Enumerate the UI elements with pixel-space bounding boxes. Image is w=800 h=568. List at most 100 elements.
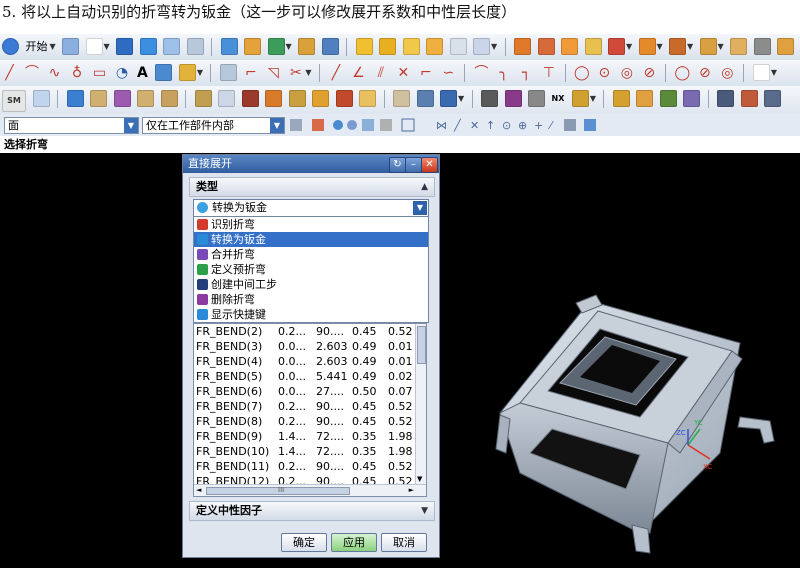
snap-control-icon[interactable] — [380, 119, 392, 131]
part-leg-3[interactable] — [737, 416, 775, 444]
project-curve-icon[interactable] — [155, 64, 173, 81]
sheetmetal-contour-icon[interactable] — [426, 38, 443, 55]
point-icon[interactable]: ♁ — [69, 63, 86, 83]
part-leg-2[interactable] — [495, 414, 511, 454]
louver-icon[interactable] — [218, 90, 235, 107]
sheetmetal-corner-icon[interactable] — [449, 38, 467, 55]
chevron-down-icon[interactable]: ▼ — [50, 42, 57, 51]
circle-center-icon[interactable]: ⊙ — [596, 63, 613, 83]
table-row[interactable]: FR_BEND(2) 0.2... 90.... 0.45 0.52 — [194, 324, 416, 339]
chevron-down-icon[interactable]: ▼ — [771, 68, 778, 77]
ok-button[interactable]: 确定 — [281, 533, 327, 552]
snap-bounded-icon[interactable] — [584, 119, 596, 131]
sketch-fillet-icon[interactable]: ╮ — [495, 63, 512, 83]
horizontal-scrollbar[interactable]: ◄ III ► — [194, 484, 426, 496]
dialog-title-bar[interactable]: 直接展开 ↻ – ✕ — [183, 155, 439, 173]
feature-1-icon[interactable] — [514, 38, 531, 55]
feature-10-icon[interactable] — [753, 38, 771, 55]
table-row[interactable]: FR_BEND(6) 0.0... 27.... 0.50 0.07 — [194, 384, 416, 399]
dimple-icon[interactable] — [194, 90, 212, 107]
snap-face-icon[interactable] — [564, 119, 576, 131]
type-section-header[interactable]: 类型 ▲ — [189, 177, 435, 197]
tab-icon[interactable] — [66, 90, 84, 107]
circle-diameter-icon[interactable]: ⊘ — [696, 63, 713, 83]
rebend-icon[interactable] — [359, 90, 376, 107]
sketch-angle-icon[interactable]: ∠ — [350, 63, 367, 83]
text-tool-button[interactable]: A — [137, 63, 148, 83]
ellipse-icon[interactable]: ◯ — [674, 63, 691, 83]
cancel-button[interactable]: 取消 — [381, 533, 427, 552]
snap-intersect-icon[interactable]: ⋈ — [436, 119, 447, 132]
dropdown-option[interactable]: 删除折弯 — [194, 292, 428, 307]
bend-icon[interactable] — [90, 90, 107, 107]
snap-arc-center-icon[interactable]: ⊕ — [518, 119, 527, 132]
snap-box-icon[interactable] — [401, 118, 415, 132]
redo-icon[interactable] — [298, 38, 315, 55]
snap-line-icon[interactable]: ╱ — [453, 118, 462, 132]
table-row[interactable]: FR_BEND(10) 1.4... 72.... 0.35 1.98 — [194, 444, 416, 459]
spline-icon[interactable]: ∿ — [46, 63, 63, 83]
table-row[interactable]: FR_BEND(5) 0.0... 5.441 0.49 0.02 — [194, 369, 416, 384]
feature-3-icon[interactable] — [561, 38, 578, 55]
chevron-down-icon[interactable]: ▼ — [718, 42, 725, 51]
analysis-icon[interactable] — [504, 90, 522, 107]
arc-icon[interactable]: ⌒ — [24, 63, 41, 83]
extra-2-icon[interactable] — [740, 90, 758, 107]
chevron-down-icon[interactable]: ▼ — [305, 68, 312, 77]
export-flat-icon[interactable] — [440, 90, 457, 107]
part-leg-1[interactable] — [631, 524, 651, 554]
circle-tangent-icon[interactable]: ◎ — [618, 63, 635, 83]
table-row[interactable]: FR_BEND(3) 0.0... 2.603 0.49 0.01 — [194, 339, 416, 354]
close-icon[interactable]: ✕ — [421, 157, 438, 173]
dropdown-option[interactable]: 显示快捷键 — [194, 307, 428, 322]
layer-icon[interactable] — [321, 38, 339, 55]
sketch-parallel-icon[interactable]: ⫽ — [372, 63, 389, 83]
dropdown-option[interactable]: 定义预折弯 — [194, 262, 428, 277]
vertical-scroll-thumb[interactable] — [417, 326, 426, 364]
cut-icon[interactable] — [186, 38, 204, 55]
snap-tangent-icon[interactable]: ✕ — [470, 119, 479, 132]
chevron-down-icon[interactable]: ▼ — [270, 118, 284, 133]
sketch-tangent-icon[interactable]: ⌐ — [417, 63, 434, 83]
chevron-up-icon[interactable]: ▲ — [421, 178, 428, 196]
sheetmetal-tab-icon[interactable] — [402, 38, 420, 55]
reset-icon[interactable]: ↻ — [389, 157, 406, 173]
snap-mid-icon[interactable] — [362, 119, 374, 131]
new-file-icon[interactable] — [85, 38, 103, 55]
table-row[interactable]: FR_BEND(11) 0.2... 90.... 0.45 0.52 — [194, 459, 416, 474]
snap-point-icon[interactable] — [333, 120, 343, 130]
copy-icon[interactable] — [220, 38, 238, 55]
feature-7-icon[interactable] — [669, 38, 686, 55]
unbend-icon[interactable] — [335, 90, 353, 107]
chevron-down-icon[interactable]: ▼ — [413, 201, 427, 215]
gusset-icon[interactable] — [288, 90, 306, 107]
snap-on-curve-icon[interactable]: ⁄ — [547, 119, 554, 132]
dropdown-option[interactable]: 识别折弯 — [194, 217, 428, 232]
scroll-down-icon[interactable]: ▼ — [417, 475, 422, 483]
scroll-right-icon[interactable]: ► — [409, 485, 414, 496]
sketch-cross-icon[interactable]: ✕ — [395, 63, 412, 83]
table-row[interactable]: FR_BEND(4) 0.0... 2.603 0.49 0.01 — [194, 354, 416, 369]
start-icon[interactable] — [2, 38, 19, 55]
dropdown-option[interactable]: 创建中间工步 — [194, 277, 428, 292]
chevron-down-icon[interactable]: ▼ — [458, 94, 465, 103]
drawn-cutout-icon[interactable] — [241, 90, 259, 107]
sketch-extend-icon[interactable]: ⊤ — [540, 63, 557, 83]
scroll-left-icon[interactable]: ◄ — [196, 485, 201, 496]
open-file-icon[interactable] — [116, 38, 133, 55]
selection-scope-dropdown[interactable]: 仅在工作部件内部 ▼ — [142, 117, 285, 134]
feature-4-icon[interactable] — [584, 38, 602, 55]
extra-1-icon[interactable] — [717, 90, 735, 107]
fillet-curve-icon[interactable]: ⌐ — [242, 63, 259, 83]
feature-6-icon[interactable] — [638, 38, 656, 55]
sheetmetal-flange-icon[interactable] — [355, 38, 373, 55]
circle-icon[interactable]: ◯ — [573, 63, 590, 83]
table-row[interactable]: FR_BEND(9) 1.4... 72.... 0.35 1.98 — [194, 429, 416, 444]
snap-center-icon[interactable]: ⊙ — [502, 119, 511, 132]
nx-sheetmetal-button[interactable]: NX — [552, 89, 565, 109]
feature-2-icon[interactable] — [537, 38, 555, 55]
chevron-down-icon[interactable]: ▼ — [286, 42, 293, 51]
chevron-down-icon[interactable]: ▼ — [124, 118, 138, 133]
snap-end-icon[interactable] — [347, 120, 357, 130]
feature-8-icon[interactable] — [699, 38, 717, 55]
